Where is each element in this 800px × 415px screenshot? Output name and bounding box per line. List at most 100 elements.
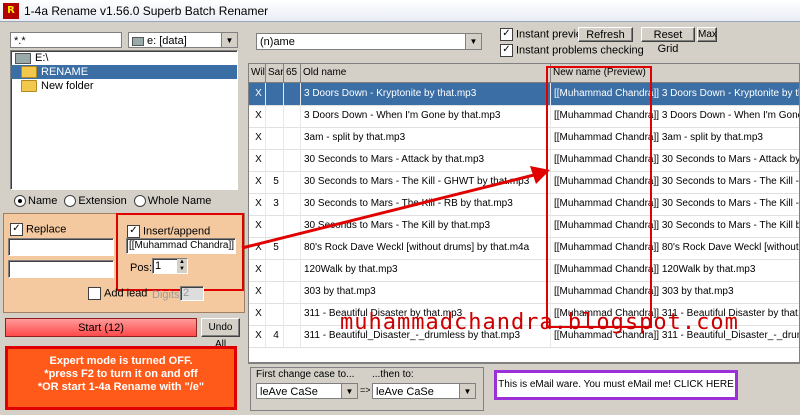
cell-old-name: 3 Doors Down - Kryptonite by that.mp3	[301, 83, 551, 105]
undo-all-button[interactable]: Undo All	[201, 318, 240, 350]
expert-mode-notice: Expert mode is turned OFF. *press F2 to …	[5, 346, 237, 410]
cell-65	[284, 303, 301, 325]
replace-checkbox[interactable]: ✓ Replace	[10, 223, 66, 236]
col-sar[interactable]: Sar	[266, 64, 284, 82]
cell-65	[284, 127, 301, 149]
cell-65	[284, 83, 301, 105]
drive-icon	[132, 36, 144, 46]
watermark-text: muhammadchandra.blogspot.com	[340, 310, 739, 335]
cell-sar	[266, 83, 284, 105]
checkbox-icon	[88, 287, 101, 300]
start-button[interactable]: Start (12)	[5, 318, 197, 337]
add-lead-checkbox[interactable]: Add lead	[88, 287, 147, 300]
reset-grid-button[interactable]: Reset Grid	[641, 27, 695, 55]
tree-item[interactable]: RENAME	[11, 65, 237, 79]
email-ware-button[interactable]: This is eMail ware. You must eMail me! C…	[494, 370, 738, 400]
folder-icon	[21, 80, 37, 93]
replace-with-input[interactable]	[8, 260, 114, 278]
radio-icon	[133, 195, 146, 208]
drive-select[interactable]: e: [data] ▼	[128, 32, 238, 48]
refresh-button[interactable]: Refresh	[578, 27, 633, 42]
then-arrow-icon: =>	[360, 385, 371, 395]
folder-tree-list: E:\ RENAME New folder	[11, 51, 237, 93]
check-icon: ✓	[10, 223, 23, 236]
cell-65	[284, 281, 301, 303]
cell-sar	[266, 105, 284, 127]
radio-name[interactable]: Name	[14, 195, 57, 208]
title-bar: R 1-4a Rename v1.56.0 Superb Batch Renam…	[0, 0, 800, 22]
cell-will: X	[249, 281, 266, 303]
cell-sar: 4	[266, 325, 284, 347]
cell-will: X	[249, 127, 266, 149]
radio-icon	[14, 195, 26, 208]
folder-tree[interactable]: E:\ RENAME New folder	[10, 50, 238, 190]
mask-select[interactable]: (n)ame ▼	[256, 33, 482, 50]
cell-sar	[266, 127, 284, 149]
first-case-label: First change case to...	[256, 369, 355, 380]
radio-extension[interactable]: Extension	[64, 195, 127, 208]
chevron-down-icon: ▼	[465, 34, 481, 49]
app-logo-icon: R	[3, 3, 19, 19]
digits-label: Digits	[152, 289, 180, 301]
digits-spinner[interactable]: 2	[180, 286, 204, 301]
cell-65	[284, 325, 301, 347]
new-name-highlight-box	[546, 66, 652, 328]
pos-label: Pos:	[130, 262, 153, 274]
first-case-select[interactable]: leAve CaSe ▼	[256, 383, 358, 399]
cell-old-name: 303 by that.mp3	[301, 281, 551, 303]
radio-whole-name[interactable]: Whole Name	[133, 195, 211, 208]
instant-preview-checkbox[interactable]: ✓ Instant preview	[500, 28, 590, 41]
grid-header: Will Sar 65 I Old name New name (Preview…	[249, 64, 799, 83]
insert-text-input[interactable]: [[Muhammad Chandra]]	[126, 238, 236, 254]
drive-select-value: e: [data]	[147, 35, 187, 47]
instant-problems-checkbox[interactable]: ✓ Instant problems checking	[500, 44, 644, 57]
cell-sar	[266, 303, 284, 325]
col-old-name[interactable]: Old name	[301, 64, 551, 82]
folder-icon	[21, 66, 37, 79]
chevron-down-icon: ▼	[221, 33, 237, 47]
cell-will: X	[249, 325, 266, 347]
cell-old-name: 120Walk by that.mp3	[301, 259, 551, 281]
mask-value: (n)ame	[260, 36, 295, 48]
cell-old-name: 3am - split by that.mp3	[301, 127, 551, 149]
filter-input[interactable]: *.*	[10, 32, 122, 48]
then-case-select[interactable]: leAve CaSe ▼	[372, 383, 476, 399]
cell-sar	[266, 259, 284, 281]
col-65[interactable]: 65 I	[284, 64, 301, 82]
mode-radio-group: Name Extension Whole Name	[14, 194, 244, 208]
table-row[interactable]: X 303 by that.mp3 [[Muhammad Chandra]] 303…	[249, 281, 799, 304]
table-row[interactable]: X 3 Doors Down - When I'm Gone by that.mp…	[249, 105, 799, 128]
check-icon: ✓	[127, 225, 140, 238]
cell-will: X	[249, 83, 266, 105]
table-row[interactable]: X3 Doors Down - Kryptonite by that.mp3[[…	[249, 83, 799, 106]
cell-old-name: 3 Doors Down - When I'm Gone by that.mp3	[301, 105, 551, 127]
cell-will: X	[249, 105, 266, 127]
insert-checkbox[interactable]: ✓ Insert/append	[127, 225, 210, 238]
radio-icon	[64, 195, 77, 208]
pos-value: 1	[155, 260, 162, 272]
pos-spinner[interactable]: 1 ▲ ▼	[152, 258, 188, 274]
tree-item-label: New folder	[41, 80, 94, 92]
window-title: 1-4a Rename v1.56.0 Superb Batch Renamer	[24, 4, 269, 18]
chevron-down-icon: ▼	[341, 384, 357, 398]
col-will[interactable]: Will	[249, 64, 266, 82]
cell-65	[284, 105, 301, 127]
tree-item[interactable]: New folder	[11, 79, 237, 93]
check-icon: ✓	[500, 44, 513, 57]
tree-item-label: RENAME	[41, 66, 89, 78]
cell-will: X	[249, 303, 266, 325]
drive-icon	[15, 52, 31, 64]
cell-sar	[266, 281, 284, 303]
max-button[interactable]: Max	[697, 27, 717, 42]
tree-item-label: E:\	[35, 52, 49, 64]
replace-find-input[interactable]	[8, 238, 114, 256]
table-row[interactable]: X 3am - split by that.mp3 [[Muhammad Chand…	[249, 127, 799, 150]
table-row[interactable]: X 120Walk by that.mp3 [[Muhammad Chandra]]…	[249, 259, 799, 282]
highlight-arrow-icon	[241, 166, 550, 250]
check-icon: ✓	[500, 28, 513, 41]
spinner-arrows-icon[interactable]: ▲ ▼	[177, 259, 187, 273]
cell-will: X	[249, 259, 266, 281]
tree-item[interactable]: E:\	[11, 51, 237, 65]
cell-65	[284, 259, 301, 281]
then-case-label: ...then to:	[372, 369, 414, 380]
